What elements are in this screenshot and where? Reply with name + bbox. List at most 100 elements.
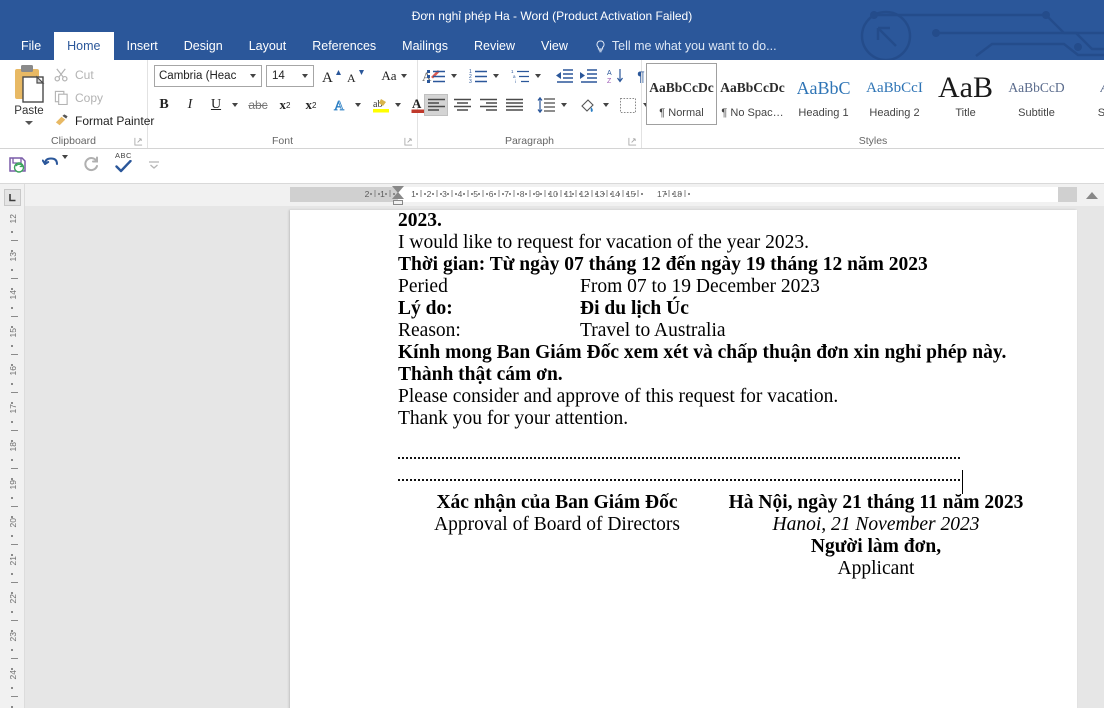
underline-button[interactable]: U [206, 94, 226, 116]
ruler-minor-tick [606, 190, 608, 197]
ruler-text-zone[interactable] [398, 187, 1058, 202]
italic-button[interactable]: I [180, 94, 200, 116]
copy-button[interactable]: Copy [54, 90, 103, 105]
align-left-button[interactable] [424, 94, 448, 116]
redo-button[interactable] [82, 155, 100, 173]
style-subtle[interactable]: AcSub [1072, 63, 1104, 125]
numbering-button[interactable]: 123 [466, 65, 490, 87]
tell-me-search[interactable]: Tell me what you want to do... [581, 32, 787, 60]
style-h1[interactable]: AaBbC Heading 1 [788, 63, 859, 125]
highlight-icon: ab [373, 99, 389, 113]
style-h2[interactable]: AaBbCcI Heading 2 [859, 63, 930, 125]
spelling-grammar-button[interactable]: ABC [115, 151, 132, 173]
paste-dropdown-caret-icon[interactable] [25, 121, 33, 125]
shading-caret-icon[interactable] [603, 103, 609, 107]
highlight-caret-icon[interactable] [395, 103, 401, 107]
font-dialog-launcher-icon[interactable] [404, 137, 413, 146]
shrink-font-button[interactable]: A [344, 65, 366, 87]
justify-button[interactable] [502, 94, 526, 116]
checkmark-icon [115, 160, 132, 173]
bullets-button[interactable] [424, 65, 448, 87]
vruler-minor-tick [11, 496, 13, 499]
ribbon-tab-layout[interactable]: Layout [236, 32, 300, 60]
undo-dropdown-caret-icon[interactable] [62, 155, 68, 159]
ruler-minor-tick [493, 193, 496, 195]
document-text-body[interactable]: 2023. I would like to request for vacatio… [398, 210, 1057, 580]
document-field-row: Peried From 07 to 19 December 2023 [398, 276, 1057, 298]
paragraph-dialog-launcher-icon[interactable] [628, 137, 637, 146]
ribbon-tab-design[interactable]: Design [171, 32, 236, 60]
font-size-dropdown-caret-icon[interactable] [302, 74, 308, 78]
bullets-caret-icon[interactable] [451, 74, 457, 78]
style-title[interactable]: AaB Title [930, 63, 1001, 125]
ribbon-tab-mailings[interactable]: Mailings [389, 32, 461, 60]
font-name-dropdown-caret-icon[interactable] [250, 74, 256, 78]
shading-button[interactable] [576, 94, 600, 116]
left-indent-marker[interactable] [393, 200, 403, 205]
numbering-caret-icon[interactable] [493, 74, 499, 78]
bold-button[interactable]: B [154, 94, 174, 116]
hanging-indent-marker[interactable] [392, 192, 404, 199]
style-label: ¶ Normal [659, 107, 704, 119]
ribbon-tab-references[interactable]: References [299, 32, 389, 60]
borders-button[interactable] [616, 94, 640, 116]
vertical-ruler[interactable]: 12 13 14 15 16 17 18 19 20 21 22 23 24 [0, 184, 25, 708]
multilevel-list-button[interactable]: 1ai [508, 65, 532, 87]
tab-stop-selector-button[interactable] [4, 189, 21, 206]
superscript-button[interactable]: x2 [300, 94, 322, 116]
grow-font-icon: A [322, 70, 341, 85]
align-center-button[interactable] [450, 94, 474, 116]
format-painter-button[interactable]: Format Painter [54, 113, 154, 128]
change-case-caret-icon[interactable] [400, 74, 407, 78]
font-name-combobox[interactable]: Cambria (Heac [154, 65, 262, 87]
style-normal[interactable]: AaBbCcDc ¶ No Spac… [717, 63, 788, 125]
style-subtitle[interactable]: AaBbCcD Subtitle [1001, 63, 1072, 125]
vruler-tick-label: 20 [0, 518, 24, 529]
change-case-button[interactable]: Aa [374, 65, 414, 87]
ribbon-tab-review[interactable]: Review [461, 32, 528, 60]
highlight-color-button[interactable]: ab [370, 94, 392, 116]
decrease-indent-button[interactable] [552, 65, 576, 87]
grow-font-button[interactable]: A [320, 65, 342, 87]
text-effects-caret-icon[interactable] [355, 103, 361, 107]
ruler-minor-tick [540, 193, 543, 195]
vruler-number: 16 [7, 366, 18, 376]
document-field-row: Lý do: Đi du lịch Úc [398, 298, 1057, 320]
change-case-label: Aa [381, 68, 397, 83]
vruler-number: 12 [7, 214, 18, 224]
right-indent-marker[interactable] [1086, 192, 1098, 199]
subscript-button[interactable]: x2 [274, 94, 296, 116]
ribbon-tab-insert[interactable]: Insert [114, 32, 171, 60]
customize-qat-button[interactable] [148, 161, 160, 169]
chevron-down-icon [149, 161, 159, 169]
align-right-button[interactable] [476, 94, 500, 116]
underline-dropdown-button[interactable] [228, 94, 242, 116]
document-page[interactable]: 2023. I would like to request for vacatio… [290, 210, 1077, 708]
approval-title-en: Approval of Board of Directors [434, 514, 680, 535]
line-spacing-button[interactable] [534, 94, 558, 116]
horizontal-ruler[interactable]: 2 1 1 2 3 4 5 6 7 8 9 10 11 12 13 14 15 17 18 [25, 184, 1104, 206]
save-button[interactable] [8, 155, 28, 175]
vruler-number: 17 [7, 404, 18, 414]
increase-indent-button[interactable] [576, 65, 600, 87]
strikethrough-button[interactable]: abc [246, 94, 270, 116]
ruler-margin-zone[interactable] [1058, 187, 1077, 202]
ruler-tick-label: 5 [473, 189, 478, 199]
style-preview: AaBbC [796, 77, 851, 98]
undo-button[interactable] [42, 155, 60, 173]
cut-button[interactable]: Cut [54, 67, 94, 82]
vruler-minor-tick [11, 696, 18, 697]
style-normal[interactable]: AaBbCcDc ¶ Normal [646, 63, 717, 125]
text-effects-button[interactable]: A [330, 94, 352, 116]
vruler-tick-label: 22 [0, 594, 24, 605]
ribbon-tab-file[interactable]: File [8, 32, 54, 60]
ruler-minor-tick [587, 193, 590, 195]
paste-button[interactable]: Paste [6, 64, 52, 132]
font-size-combobox[interactable]: 14 [266, 65, 314, 87]
line-spacing-caret-icon[interactable] [561, 103, 567, 107]
ribbon-tab-view[interactable]: View [528, 32, 581, 60]
ribbon-tab-home[interactable]: Home [54, 32, 114, 60]
clipboard-dialog-launcher-icon[interactable] [134, 137, 143, 146]
multilevel-caret-icon[interactable] [535, 74, 541, 78]
sort-button[interactable]: A Z [604, 65, 628, 87]
